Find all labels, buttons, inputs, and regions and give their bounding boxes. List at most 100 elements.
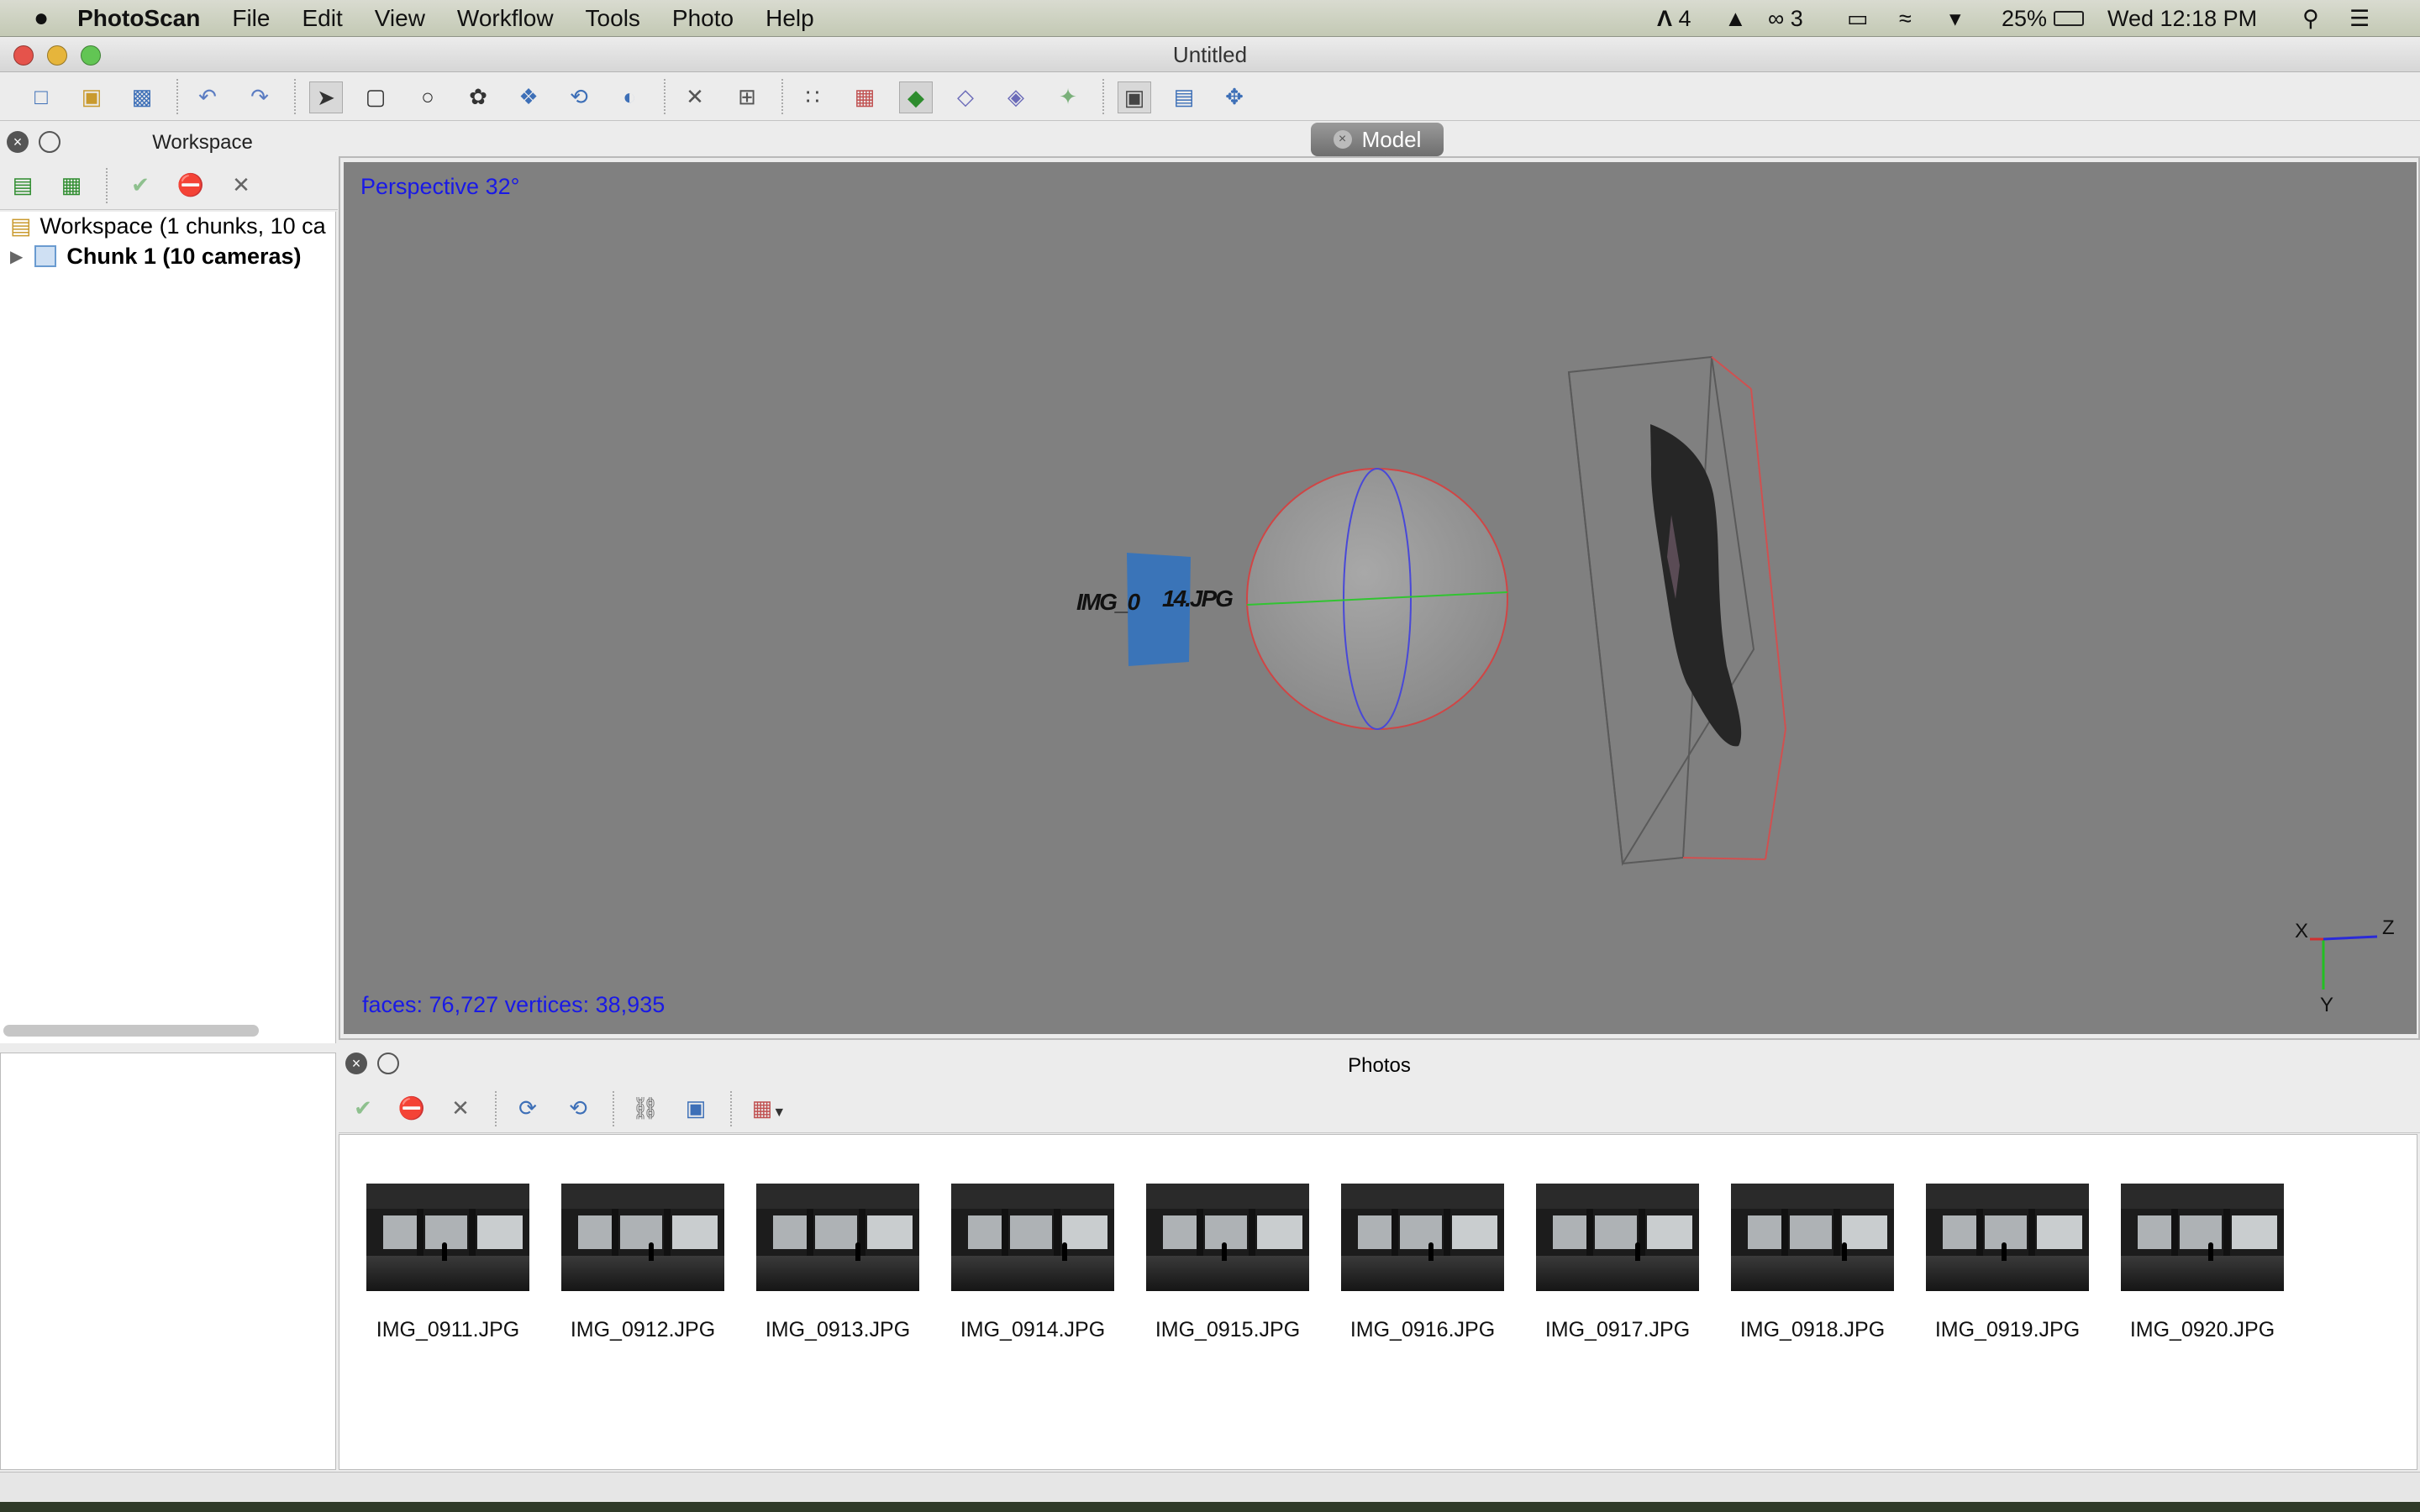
photo-thumbnail[interactable] [1926,1184,2089,1291]
cc-count: 3 [1790,5,1803,31]
scene-canvas [1127,355,2378,990]
menu-app-name[interactable]: PhotoScan [77,5,200,32]
photo-thumbnail[interactable] [951,1184,1114,1291]
remove-cameras-icon[interactable]: ✕ [445,1093,476,1123]
resize-region-icon[interactable]: ❖ [513,81,544,112]
photo-item[interactable]: IMG_0912.JPG [561,1135,724,1353]
rotate-right-icon[interactable]: ⟳ [512,1093,544,1123]
adobe-count: 4 [1678,5,1691,31]
model-viewport[interactable]: Perspective 32° faces: 76,727 vertices: … [344,162,2417,1034]
menu-edit[interactable]: Edit [302,5,342,32]
remove-icon[interactable]: ✕ [225,170,257,200]
drive-icon[interactable]: ▲ [1724,0,1747,37]
shaded-model-icon[interactable]: ◆ [899,81,933,113]
point-cloud-icon[interactable]: ▦ [849,81,881,112]
photo-filename: IMG_0920.JPG [2129,1318,2275,1341]
add-photos-icon[interactable]: ▦ [55,170,87,200]
photo-thumbnail[interactable] [1731,1184,1894,1291]
crop-selection-icon[interactable]: ⊞ [731,81,763,112]
undo-icon[interactable]: ↶ [192,81,224,112]
workspace-panel-header: × Workspace [0,121,338,163]
wireframe-model-icon[interactable]: ◈ [1000,81,1032,112]
photo-thumbnail[interactable] [756,1184,919,1291]
expand-arrow-icon[interactable]: ▶ [10,246,23,267]
photo-thumbnail[interactable] [2121,1184,2284,1291]
tab-close-icon[interactable]: × [1333,130,1352,149]
save-icon[interactable]: ▩ [126,81,158,112]
toolbar-separator [613,1091,614,1126]
rotate-left-icon[interactable]: ⟲ [562,1093,594,1123]
photo-item[interactable]: IMG_0914.JPG [951,1135,1114,1353]
add-chunk-icon[interactable]: ▤ [7,170,39,200]
battery-status-item[interactable]: 25% [2002,0,2085,37]
creative-cloud-status-item[interactable]: ∞ 3 [1768,0,1803,37]
disable-cameras-icon[interactable]: ⛔ [396,1093,428,1123]
menu-tools[interactable]: Tools [586,5,640,32]
rotate-object-icon[interactable]: ◐ [613,81,645,112]
workspace-toolbar: ▤ ▦ ✔ ⛔ ✕ [0,163,338,210]
tree-row-workspace[interactable]: ▤ Workspace (1 chunks, 10 ca [10,212,326,240]
solid-model-icon[interactable]: ◇ [950,81,981,112]
photo-item[interactable]: IMG_0917.JPG [1536,1135,1699,1353]
show-region-icon[interactable]: ▤ [1168,81,1200,112]
photo-item[interactable]: IMG_0920.JPG [2121,1135,2284,1353]
photo-item[interactable]: IMG_0918.JPG [1731,1135,1894,1353]
workspace-undock-icon[interactable] [39,131,60,153]
toolbar-separator [664,79,666,114]
workspace-horizontal-scrollbar[interactable] [3,1025,259,1037]
menu-workflow[interactable]: Workflow [457,5,554,32]
axis-gizmo [2310,935,2378,990]
open-folder-icon[interactable]: ▣ [76,81,108,112]
properties-pane [0,1053,336,1470]
navigation-pointer-icon[interactable]: ➤ [309,81,343,113]
disable-icon[interactable]: ⛔ [175,170,207,200]
workspace-tree: ▤ Workspace (1 chunks, 10 ca ▶ Chunk 1 (… [0,212,336,1043]
notification-center-icon[interactable]: ☰ [2349,0,2370,37]
volume-icon[interactable]: ▾ [1949,0,1961,37]
toolbar-separator [495,1091,497,1126]
tab-model[interactable]: × Model [1311,123,1444,156]
chunk-label: Chunk 1 (10 cameras) [66,243,302,269]
photo-item[interactable]: IMG_0915.JPG [1146,1135,1309,1353]
menu-help[interactable]: Help [765,5,814,32]
apple-menu-icon[interactable]: ● [34,4,49,33]
clock[interactable]: Wed 12:18 PM [2107,0,2257,37]
reset-view-icon[interactable]: ✥ [1218,81,1250,112]
enable-icon[interactable]: ✔ [124,170,156,200]
photo-thumbnail[interactable] [1536,1184,1699,1291]
tree-row-chunk[interactable]: ▶ Chunk 1 (10 cameras) [10,242,302,270]
delete-selection-icon[interactable]: ✕ [679,81,711,112]
spotlight-search-icon[interactable]: ⚲ [2302,0,2319,37]
workspace-close-icon[interactable]: × [7,131,29,153]
axis-z-label: Z [2382,916,2395,939]
circle-selection-icon[interactable]: ○ [412,81,444,112]
reset-filter-icon[interactable]: ▣ [680,1093,712,1123]
free-form-selection-icon[interactable]: ✿ [462,81,494,112]
menu-photo[interactable]: Photo [672,5,734,32]
wifi-icon[interactable]: ≈ [1899,0,1912,37]
filter-photos-icon[interactable]: ⛓ [629,1093,661,1123]
photo-thumbnail[interactable] [1146,1184,1309,1291]
photo-item[interactable]: IMG_0916.JPG [1341,1135,1504,1353]
enable-cameras-icon[interactable]: ✔ [347,1093,379,1123]
photo-thumbnail[interactable] [1341,1184,1504,1291]
photo-thumbnail[interactable] [561,1184,724,1291]
new-document-icon[interactable]: □ [25,81,57,112]
toolbar-separator [176,79,178,114]
redo-icon[interactable]: ↷ [244,81,276,112]
photo-item[interactable]: IMG_0913.JPG [756,1135,919,1353]
photo-item[interactable]: IMG_0919.JPG [1926,1135,2089,1353]
menu-file[interactable]: File [232,5,270,32]
menu-view[interactable]: View [375,5,425,32]
textured-model-icon[interactable]: ✦ [1052,81,1084,112]
photo-thumbnail[interactable] [366,1184,529,1291]
view-mode-dropdown[interactable]: ▦ ▼ [745,1093,792,1123]
rotate-region-icon[interactable]: ⟲ [563,81,595,112]
photo-item[interactable]: IMG_0911.JPG [366,1135,529,1353]
show-cameras-grid-icon[interactable]: ∷ [797,81,829,112]
show-cameras-icon[interactable]: ▣ [1118,81,1151,113]
adobe-status-item[interactable]: Λ 4 [1657,0,1691,37]
rectangle-selection-icon[interactable]: ▢ [360,81,392,112]
dropdown-arrow-icon: ▼ [772,1105,786,1120]
airplay-icon[interactable]: ▭ [1847,0,1869,37]
